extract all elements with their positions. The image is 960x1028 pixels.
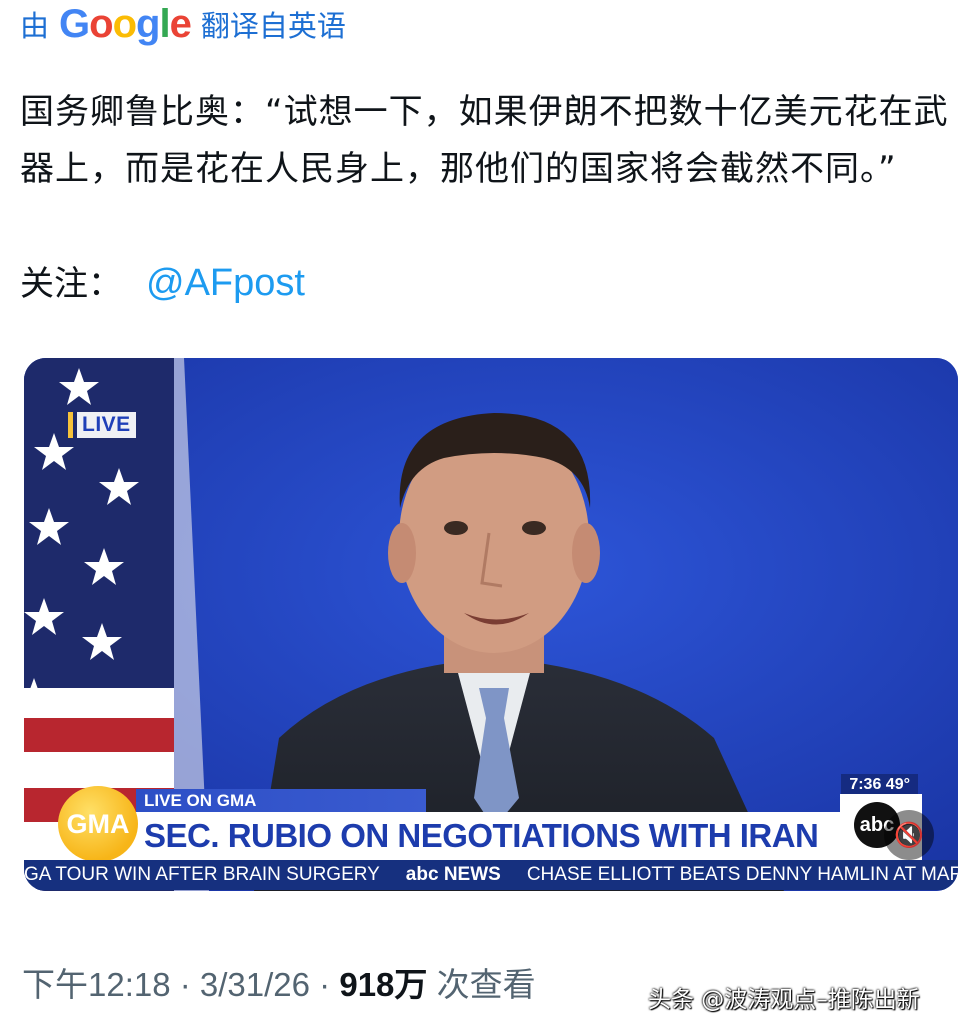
clock-weather: 7:36 49° (841, 774, 918, 796)
live-label: LIVE (77, 412, 136, 438)
tweet-meta: 下午12:18 · 3/31/26 · 918万 次查看 (22, 958, 536, 1006)
mute-icon: 🔇 (894, 821, 924, 849)
live-on-gma-label: LIVE ON GMA (136, 789, 426, 813)
ticker-item: abc NEWS (405, 864, 501, 885)
video-player[interactable]: LIVE 7:36 49° LIVE ON GMA SEC. RUBIO ON … (24, 358, 958, 891)
view-count-label: 次查看 (427, 966, 536, 1003)
follow-line: 关注： @AFpost (20, 256, 305, 305)
follow-handle-link[interactable]: @AFpost (146, 262, 305, 304)
view-count: 918万 (339, 966, 428, 1003)
translate-bar[interactable]: 由 Google 翻译自英语 (20, 2, 346, 46)
ticker-item: CHASE ELLIOTT BEATS DENNY HAMLIN AT MART… (526, 864, 958, 885)
gma-logo: GMA (58, 786, 138, 862)
follow-label: 关注： (20, 264, 122, 304)
tweet-timestamp[interactable]: 下午12:18 · 3/31/26 · (22, 966, 339, 1003)
news-ticker: GA TOUR WIN AFTER BRAIN SURGERY abc NEWS… (24, 860, 958, 890)
translate-prefix: 由 (20, 9, 50, 43)
ticker-item: GA TOUR WIN AFTER BRAIN SURGERY (24, 864, 380, 885)
live-badge: LIVE (68, 412, 136, 438)
translate-suffix: 翻译自英语 (200, 9, 346, 43)
source-watermark: 头条 @波涛观点–推陈出新 (648, 987, 920, 1013)
lower-third-headline: SEC. RUBIO ON NEGOTIATIONS WITH IRAN (120, 812, 890, 860)
mute-button[interactable]: 🔇 (884, 810, 934, 860)
google-logo: Google (59, 1, 192, 46)
tweet-text: 国务卿鲁比奥：“试想一下，如果伊朗不把数十亿美元花在武器上，而是花在人民身上，那… (20, 92, 949, 189)
